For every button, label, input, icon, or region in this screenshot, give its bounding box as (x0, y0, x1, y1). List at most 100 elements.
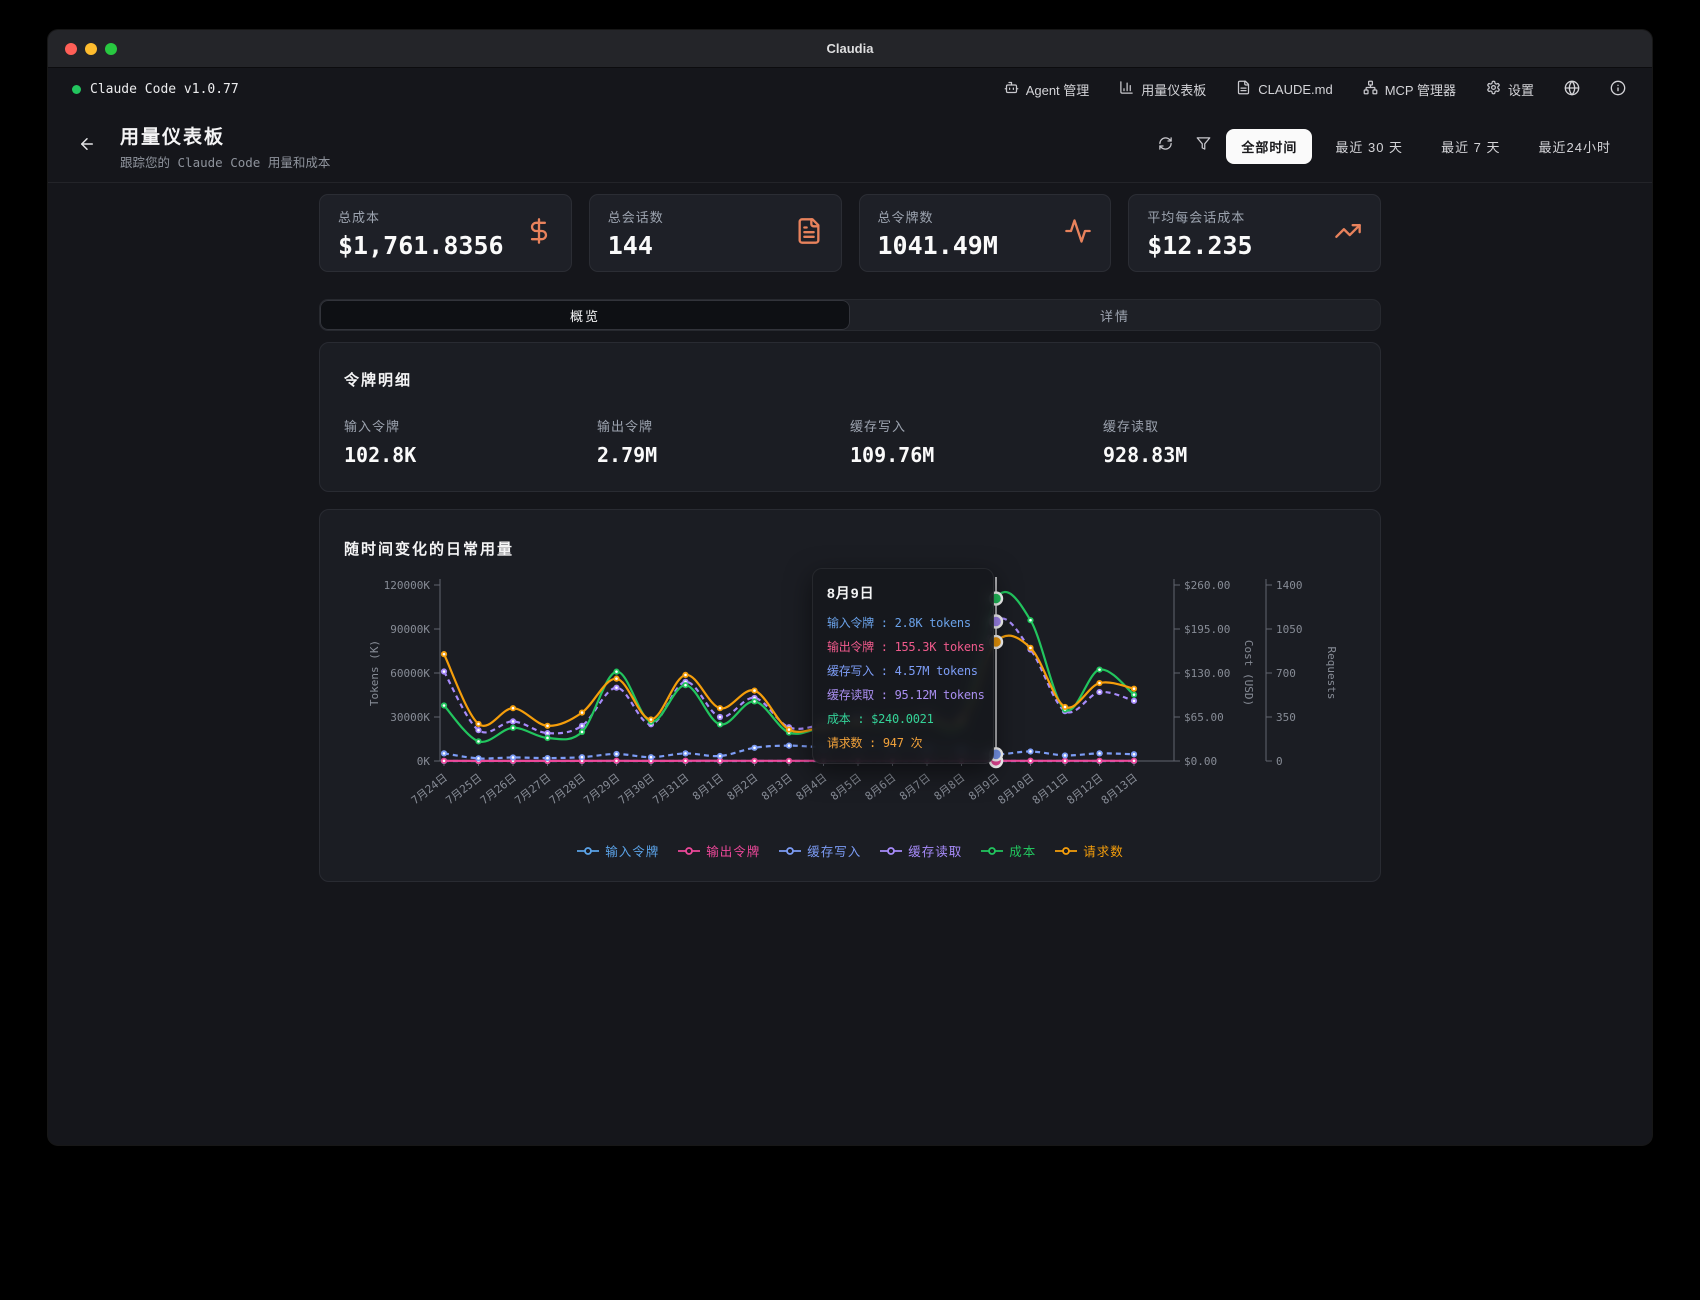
legend-item: 请求数 (1054, 841, 1124, 860)
page-subtitle: 跟踪您的 Claude Code 用量和成本 (120, 152, 330, 171)
token-item-cache-read: 缓存读取 928.83M (1103, 416, 1356, 467)
tab-overview[interactable]: 概览 (320, 300, 850, 330)
svg-text:7月28日: 7月28日 (547, 771, 588, 807)
svg-text:350: 350 (1276, 711, 1296, 724)
svg-text:$260.00: $260.00 (1184, 579, 1230, 592)
trending-up-icon (1334, 217, 1362, 250)
legend-item: 输出令牌 (677, 841, 760, 860)
back-button[interactable] (72, 131, 102, 161)
tooltip-row: 缓存写入 : 4.57M tokens (827, 662, 979, 679)
page-title: 用量仪表板 (120, 122, 330, 149)
stat-value: 144 (608, 231, 664, 260)
file-text-icon (795, 217, 823, 250)
token-item-output: 输出令牌 2.79M (597, 416, 850, 467)
svg-text:7月25日: 7月25日 (443, 771, 484, 807)
stat-card-total-cost: 总成本 $1,761.8356 (319, 194, 572, 272)
filter-button[interactable] (1188, 131, 1218, 161)
svg-text:$65.00: $65.00 (1184, 711, 1224, 724)
svg-text:60000K: 60000K (390, 667, 430, 680)
nav-usage-dashboard[interactable]: 用量仪表板 (1119, 80, 1206, 99)
refresh-button[interactable] (1150, 131, 1180, 161)
svg-text:1050: 1050 (1276, 623, 1303, 636)
svg-text:Tokens (K): Tokens (K) (368, 640, 381, 706)
dollar-icon (525, 217, 553, 250)
filter-last-24-hours[interactable]: 最近24小时 (1524, 129, 1626, 164)
stat-label: 总令牌数 (878, 207, 998, 226)
stats-row: 总成本 $1,761.8356 总会话数 144 总令牌数 1041.49M (319, 194, 1381, 272)
nav-mcp-manager[interactable]: MCP 管理器 (1363, 80, 1456, 99)
svg-text:120000K: 120000K (384, 579, 431, 592)
stat-card-total-tokens: 总令牌数 1041.49M (859, 194, 1112, 272)
token-item-input: 输入令牌 102.8K (344, 416, 597, 467)
stat-value: $12.235 (1147, 231, 1252, 260)
nav-agent-manager[interactable]: Agent 管理 (1004, 80, 1090, 99)
legend-item: 成本 (980, 841, 1036, 860)
svg-text:7月31日: 7月31日 (650, 771, 691, 807)
tooltip-row: 缓存读取 : 95.12M tokens (827, 686, 979, 703)
legend-item: 缓存读取 (879, 841, 962, 860)
daily-usage-chart-card: 随时间变化的日常用量 0K 30000K 60000K 90000K 120000K To… (319, 509, 1381, 882)
svg-text:90000K: 90000K (390, 623, 430, 636)
tab-bar: 概览 详情 (319, 299, 1381, 331)
info-icon (1610, 80, 1626, 99)
svg-text:Requests: Requests (1325, 647, 1338, 700)
window-title: Claudia (48, 41, 1652, 56)
refresh-icon (1158, 136, 1173, 156)
filter-icon (1196, 136, 1211, 156)
tooltip-row: 请求数 : 947 次 (827, 734, 979, 751)
svg-text:8月5日: 8月5日 (828, 771, 864, 803)
svg-text:7月24日: 7月24日 (409, 771, 450, 807)
filter-last-30-days[interactable]: 最近 30 天 (1320, 129, 1418, 164)
stat-value: $1,761.8356 (338, 231, 504, 260)
gear-icon (1486, 80, 1501, 98)
tab-details[interactable]: 详情 (850, 300, 1380, 330)
activity-icon (1064, 217, 1092, 250)
chart-title: 随时间变化的日常用量 (344, 538, 1356, 559)
brand-version: Claude Code v1.0.77 (90, 82, 239, 97)
stat-label: 总成本 (338, 207, 504, 226)
svg-text:0K: 0K (417, 755, 431, 768)
network-icon (1363, 80, 1378, 98)
filter-last-7-days[interactable]: 最近 7 天 (1426, 129, 1515, 164)
svg-text:7月26日: 7月26日 (478, 771, 519, 807)
svg-text:7月30日: 7月30日 (616, 771, 657, 807)
legend-item: 缓存写入 (778, 841, 861, 860)
stat-card-total-sessions: 总会话数 144 (589, 194, 842, 272)
language-button[interactable] (1564, 80, 1580, 99)
stat-value: 1041.49M (878, 231, 998, 260)
nav-settings[interactable]: 设置 (1486, 80, 1534, 99)
page-header: 用量仪表板 跟踪您的 Claude Code 用量和成本 全部时间 最近 30 … (48, 110, 1652, 183)
bar-chart-icon (1119, 80, 1134, 98)
svg-text:7月29日: 7月29日 (581, 771, 622, 807)
svg-text:700: 700 (1276, 667, 1296, 680)
svg-text:8月11日: 8月11日 (1030, 771, 1071, 807)
svg-text:1400: 1400 (1276, 579, 1303, 592)
arrow-left-icon (78, 135, 96, 158)
tooltip-title: 8月9日 (827, 583, 979, 603)
status-dot (72, 85, 81, 94)
stat-label: 总会话数 (608, 207, 664, 226)
globe-icon (1564, 80, 1580, 99)
file-icon (1236, 80, 1251, 98)
svg-text:8月2日: 8月2日 (725, 771, 761, 803)
nav-claude-md[interactable]: CLAUDE.md (1236, 80, 1332, 98)
filter-all-time[interactable]: 全部时间 (1226, 129, 1312, 164)
svg-text:$0.00: $0.00 (1184, 755, 1217, 768)
token-breakdown-card: 令牌明细 输入令牌 102.8K 输出令牌 2.79M 缓存写入 109.76M… (319, 342, 1381, 492)
svg-text:30000K: 30000K (390, 711, 430, 724)
stat-label: 平均每会话成本 (1147, 207, 1252, 226)
svg-text:0: 0 (1276, 755, 1283, 768)
svg-text:$130.00: $130.00 (1184, 667, 1230, 680)
legend-item: 输入令牌 (576, 841, 659, 860)
svg-text:8月12日: 8月12日 (1064, 771, 1105, 807)
svg-text:$195.00: $195.00 (1184, 623, 1230, 636)
svg-text:8月6日: 8月6日 (863, 771, 899, 803)
info-button[interactable] (1610, 80, 1626, 99)
token-item-cache-write: 缓存写入 109.76M (850, 416, 1103, 467)
menubar: Claude Code v1.0.77 Agent 管理 用量仪表板 CLAUD… (48, 68, 1652, 110)
tooltip-row: 成本 : $240.0021 (827, 710, 979, 727)
svg-text:Cost (USD): Cost (USD) (1242, 640, 1255, 706)
svg-text:8月4日: 8月4日 (794, 771, 830, 803)
svg-text:8月1日: 8月1日 (690, 771, 726, 803)
svg-text:8月8日: 8月8日 (932, 771, 968, 803)
